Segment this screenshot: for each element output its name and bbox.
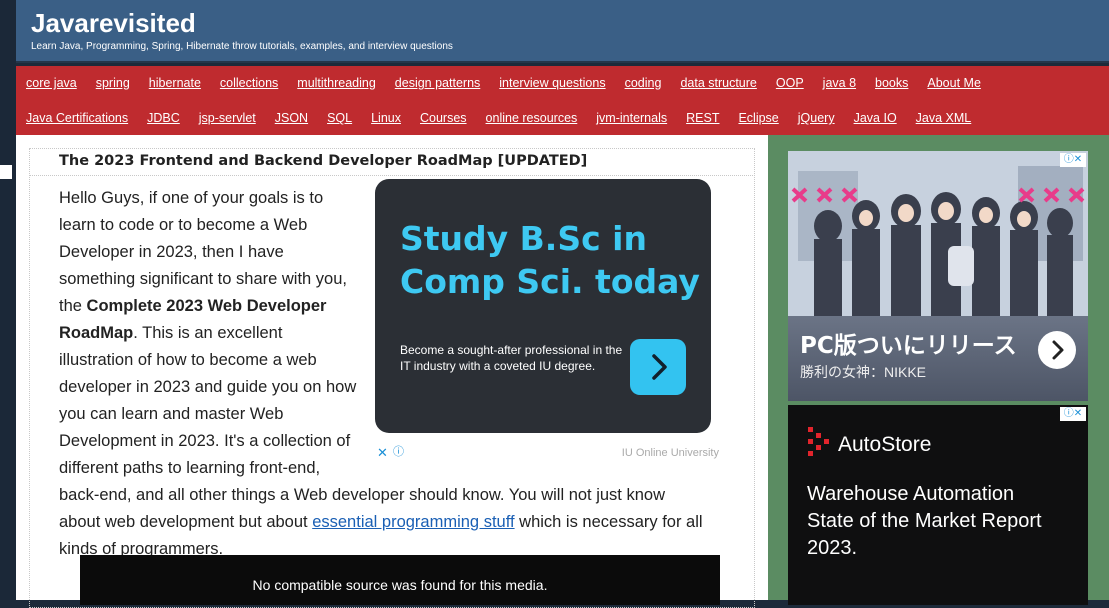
nav-link-online-resources[interactable]: online resources — [486, 108, 578, 128]
main-content: The 2023 Frontend and Backend Developer … — [16, 135, 768, 608]
sidebar: PC版ついにリリース 勝利の女神：NIKKE ⓘ✕ AutoStore Ware… — [768, 135, 1109, 605]
sidebar-ad-nikke[interactable]: PC版ついにリリース 勝利の女神：NIKKE ⓘ✕ — [788, 151, 1088, 401]
inline-ad-arrow-button[interactable] — [630, 339, 686, 395]
post-header: The 2023 Frontend and Backend Developer … — [29, 148, 755, 176]
essential-programming-link[interactable]: essential programming stuff — [312, 513, 514, 531]
adchoices-icon[interactable]: ⓘ✕ — [1060, 407, 1086, 421]
inline-ad-headline: Study B.Sc in Comp Sci. today — [400, 219, 700, 301]
nav-link-hibernate[interactable]: hibernate — [149, 73, 201, 93]
nav-link-design-patterns[interactable]: design patterns — [395, 73, 480, 93]
site-title[interactable]: Javarevisited — [31, 8, 196, 39]
autostore-ad-copy: Warehouse Automation State of the Market… — [807, 483, 1042, 559]
ad-image — [788, 151, 1088, 321]
nav-link-about-me[interactable]: About Me — [927, 73, 981, 93]
nav-link-interview-questions[interactable]: interview questions — [499, 73, 605, 93]
nav-link-coding[interactable]: coding — [625, 73, 662, 93]
nav-link-java-io[interactable]: Java IO — [854, 108, 897, 128]
adchoices-icon[interactable]: ⓘ✕ — [1060, 153, 1086, 167]
autostore-brand: AutoStore — [838, 433, 932, 456]
nav-link-java-8[interactable]: java 8 — [823, 73, 856, 93]
nav-link-java-xml[interactable]: Java XML — [916, 108, 972, 128]
chevron-right-icon — [1052, 340, 1064, 360]
main-nav: core java spring hibernate collections m… — [16, 66, 1109, 135]
info-icon[interactable]: ⓘ — [393, 439, 404, 466]
sidebar-ad-headline: PC版ついにリリース — [800, 333, 1017, 359]
nav-link-courses[interactable]: Courses — [420, 108, 467, 128]
ad-characters-illustration — [788, 151, 1088, 321]
inline-ad[interactable]: Study B.Sc in Comp Sci. today Become a s… — [375, 179, 719, 461]
autostore-logo-icon — [808, 427, 829, 456]
nav-link-oop[interactable]: OOP — [776, 73, 804, 93]
nav-row-2: Java Certifications JDBC jsp-servlet JSO… — [26, 108, 990, 128]
site-description: Learn Java, Programming, Spring, Hiberna… — [31, 41, 453, 52]
left-edge-tab — [0, 165, 12, 179]
nav-link-jsp-servlet[interactable]: jsp-servlet — [199, 108, 256, 128]
ad-next-button[interactable] — [1038, 331, 1076, 369]
nav-link-json[interactable]: JSON — [275, 108, 308, 128]
nav-link-rest[interactable]: REST — [686, 108, 719, 128]
site-header: Javarevisited Learn Java, Programming, S… — [16, 0, 1109, 63]
nav-link-core-java[interactable]: core java — [26, 73, 77, 93]
nav-link-collections[interactable]: collections — [220, 73, 278, 93]
video-error-message: No compatible source was found for this … — [252, 577, 548, 593]
nav-link-eclipse[interactable]: Eclipse — [738, 108, 778, 128]
inline-ad-subtext: Become a sought-after professional in th… — [400, 343, 623, 373]
nav-row-1: core java spring hibernate collections m… — [26, 73, 1000, 93]
nav-link-jquery[interactable]: jQuery — [798, 108, 835, 128]
nav-link-books[interactable]: books — [875, 73, 908, 93]
nav-link-jvm-internals[interactable]: jvm-internals — [596, 108, 667, 128]
nav-link-spring[interactable]: spring — [96, 73, 130, 93]
nav-link-sql[interactable]: SQL — [327, 108, 352, 128]
post-title: The 2023 Frontend and Backend Developer … — [59, 153, 588, 169]
post-body: Study B.Sc in Comp Sci. today Become a s… — [59, 179, 719, 563]
nav-link-linux[interactable]: Linux — [371, 108, 401, 128]
inline-ad-footer: ✕ ⓘ IU Online University — [375, 433, 719, 460]
page-left-edge — [0, 0, 16, 600]
video-player[interactable]: No compatible source was found for this … — [80, 555, 720, 605]
sidebar-ad-subtitle: 勝利の女神：NIKKE — [800, 364, 927, 380]
close-icon[interactable]: ✕ — [377, 439, 388, 466]
chevron-right-icon — [652, 354, 667, 380]
nav-link-jdbc[interactable]: JDBC — [147, 108, 180, 128]
nav-link-java-certifications[interactable]: Java Certifications — [26, 108, 128, 128]
nav-link-multithreading[interactable]: multithreading — [297, 73, 376, 93]
inline-ad-card[interactable]: Study B.Sc in Comp Sci. today Become a s… — [375, 179, 711, 433]
sidebar-ad-autostore[interactable]: AutoStore Warehouse Automation State of … — [788, 405, 1088, 605]
nav-link-data-structure[interactable]: data structure — [680, 73, 756, 93]
inline-ad-sponsor[interactable]: IU Online University — [622, 440, 719, 467]
